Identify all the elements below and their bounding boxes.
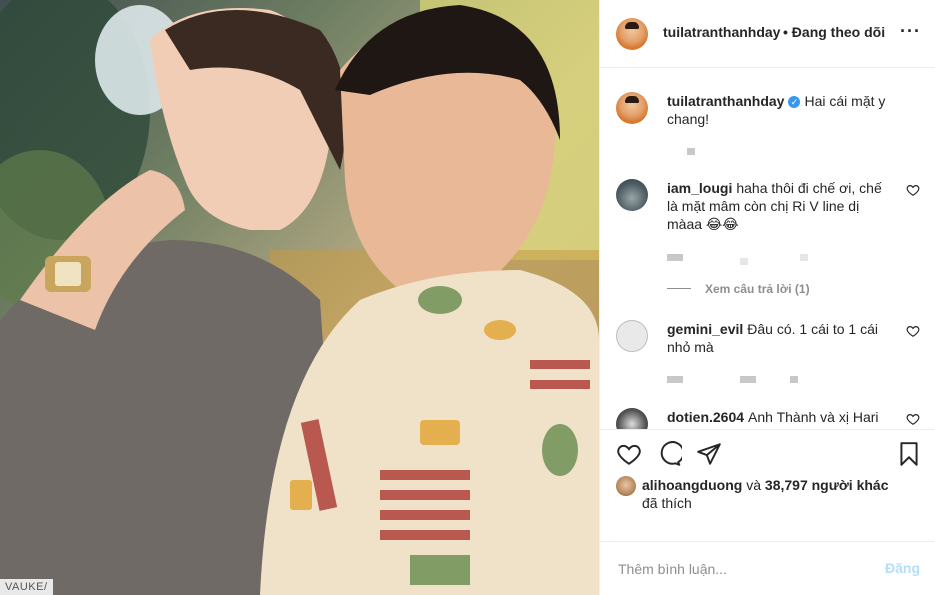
add-comment-bar: Đăng xyxy=(600,541,935,595)
comment-likes[interactable] xyxy=(740,376,756,383)
verified-icon: ✓ xyxy=(788,96,801,108)
commenter-avatar[interactable] xyxy=(616,320,648,352)
post-header: tuilatranthanhday • Đang theo dõi ··· xyxy=(600,0,935,68)
comment-reply[interactable] xyxy=(800,254,808,261)
bookmark-icon[interactable] xyxy=(896,441,922,467)
heart-icon[interactable] xyxy=(906,324,920,338)
comments-list[interactable]: tuilatranthanhday ✓ Hai cái mặt y chang! i… xyxy=(600,68,935,429)
comment-text: iam_lougi haha thôi đi chế ơi, chế là mặt… xyxy=(667,179,893,233)
caption-time xyxy=(687,148,695,155)
comment-time xyxy=(667,376,683,383)
owner-avatar[interactable] xyxy=(616,18,648,50)
owner-username[interactable]: tuilatranthanhday xyxy=(663,24,780,40)
comment-likes[interactable] xyxy=(740,258,748,265)
likes-connector: và xyxy=(746,477,762,493)
heart-icon[interactable] xyxy=(906,183,920,197)
heart-icon[interactable] xyxy=(616,441,642,467)
caption-username[interactable]: tuilatranthanhday xyxy=(667,93,784,109)
photo-watermark: VAUKE/ xyxy=(0,579,53,595)
liker-avatar[interactable] xyxy=(616,476,636,496)
likes-suffix: đã thích xyxy=(642,495,692,511)
share-icon[interactable] xyxy=(696,441,722,467)
commenter-avatar[interactable] xyxy=(616,179,648,211)
comment-username[interactable]: gemini_evil xyxy=(667,321,743,337)
view-replies-button[interactable]: Xem câu trả lời (1) xyxy=(667,282,810,296)
comment-body: Anh Thành và xị Hari xyxy=(748,409,879,425)
replies-divider xyxy=(667,288,691,289)
view-replies-label: Xem câu trả lời (1) xyxy=(705,282,810,296)
caption-text: tuilatranthanhday ✓ Hai cái mặt y chang! xyxy=(667,92,893,128)
photo-illustration xyxy=(0,0,599,595)
commenter-avatar[interactable] xyxy=(616,408,648,429)
comment-text: gemini_evil Đâu có. 1 cái to 1 cái nhỏ mà xyxy=(667,320,893,356)
more-icon[interactable]: ··· xyxy=(900,22,920,42)
comment-username[interactable]: dotien.2604 xyxy=(667,409,744,425)
post-sidebar: tuilatranthanhday • Đang theo dõi ··· tu… xyxy=(599,0,935,595)
post-actions: alihoangduong và 38,797 người khác đã th… xyxy=(600,429,935,541)
comment-text: dotien.2604 Anh Thành và xị Hari xyxy=(667,408,893,426)
comment-icon[interactable] xyxy=(656,441,682,467)
heart-icon[interactable] xyxy=(906,412,920,426)
caption-avatar[interactable] xyxy=(616,92,648,124)
liker-username[interactable]: alihoangduong xyxy=(642,477,742,493)
comment-username[interactable]: iam_lougi xyxy=(667,180,732,196)
likes-text: alihoangduong và 38,797 người khác đã th… xyxy=(642,476,902,512)
comment-time xyxy=(667,254,683,261)
post-photo[interactable]: VAUKE/ xyxy=(0,0,599,595)
comment-reply[interactable] xyxy=(790,376,798,383)
comment-input[interactable] xyxy=(616,560,860,578)
likes-others-button[interactable]: 38,797 người khác xyxy=(765,477,889,493)
follow-status[interactable]: • Đang theo dõi xyxy=(783,24,885,40)
post-comment-button[interactable]: Đăng xyxy=(885,560,920,576)
